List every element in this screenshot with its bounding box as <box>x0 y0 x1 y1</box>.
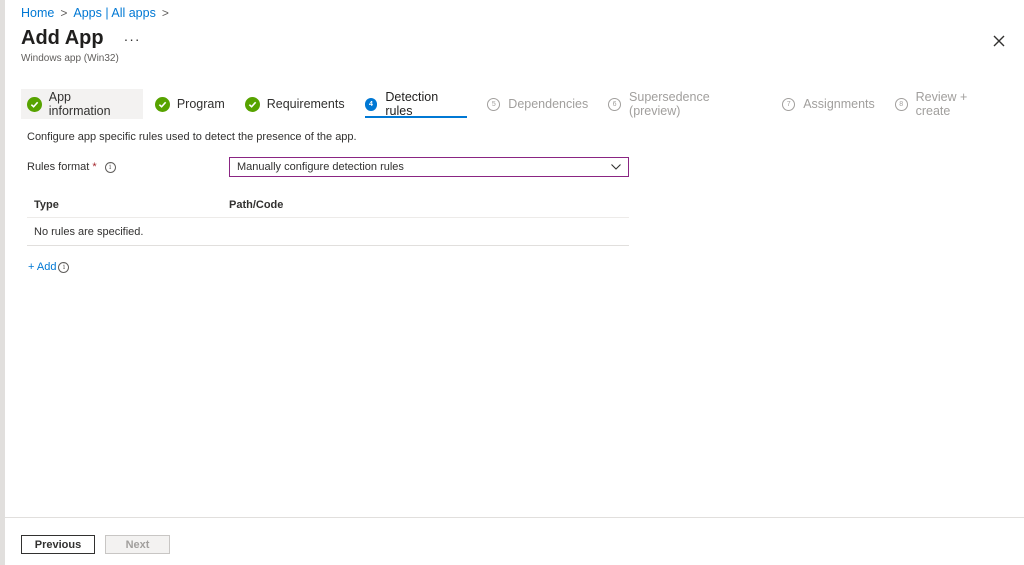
step-number-badge: 4 <box>364 97 378 111</box>
tab-dependencies[interactable]: 5 Dependencies <box>487 89 588 119</box>
rules-format-dropdown[interactable]: Manually configure detection rules <box>229 157 629 177</box>
footer-bar: Previous Next <box>5 517 1024 565</box>
close-icon <box>993 35 1005 47</box>
step-label: App information <box>48 90 111 118</box>
more-options-button[interactable]: ··· <box>124 31 141 47</box>
left-rail <box>0 0 5 565</box>
table-empty-row: No rules are specified. <box>27 218 629 246</box>
tab-review-create[interactable]: 8 Review + create <box>894 89 1004 119</box>
step-label: Dependencies <box>508 97 589 111</box>
title-row: Add App ··· <box>21 27 141 50</box>
step-label: Program <box>176 97 225 111</box>
table-header: Type Path/Code <box>27 193 629 218</box>
breadcrumb: Home > Apps | All apps > <box>21 6 175 20</box>
column-header-path-code: Path/Code <box>229 199 284 211</box>
close-button[interactable] <box>990 32 1008 50</box>
section-description: Configure app specific rules used to det… <box>27 131 357 143</box>
tab-program[interactable]: Program <box>154 89 225 119</box>
tab-detection-rules[interactable]: 4 Detection rules <box>364 89 468 119</box>
step-number-badge: 5 <box>487 97 501 111</box>
step-number-badge: 8 <box>894 97 908 111</box>
add-rule-link[interactable]: + Add i <box>28 261 70 273</box>
dropdown-selected-value: Manually configure detection rules <box>237 161 404 173</box>
chevron-down-icon <box>611 164 621 170</box>
column-header-type: Type <box>34 199 59 211</box>
tab-supersedence[interactable]: 6 Supersedence (preview) <box>608 89 762 119</box>
chevron-right-icon: > <box>161 6 169 20</box>
tab-app-information[interactable]: App information <box>21 89 143 119</box>
step-label: Detection rules <box>385 90 439 118</box>
step-label: Assignments <box>803 97 875 111</box>
previous-button[interactable]: Previous <box>21 535 95 554</box>
info-icon[interactable]: i <box>104 161 116 173</box>
add-rule-label[interactable]: + Add <box>28 261 56 273</box>
page-subtitle: Windows app (Win32) <box>21 53 119 64</box>
next-button[interactable]: Next <box>105 535 170 554</box>
breadcrumb-home[interactable]: Home <box>21 6 54 20</box>
step-number-badge: 6 <box>608 97 622 111</box>
checkmark-icon <box>154 96 170 112</box>
rules-format-label: Rules format * i <box>27 161 116 173</box>
page-title: Add App <box>21 27 104 49</box>
breadcrumb-apps[interactable]: Apps | All apps <box>73 6 155 20</box>
wizard-steps: App information Program Requirements 4 D… <box>21 89 1024 119</box>
rules-format-label-text: Rules format <box>27 161 90 173</box>
tab-requirements[interactable]: Requirements <box>244 89 345 119</box>
checkmark-icon <box>244 96 260 112</box>
step-label: Review + create <box>915 90 968 118</box>
info-icon[interactable]: i <box>58 261 70 273</box>
step-label: Supersedence (preview) <box>629 90 710 118</box>
step-label: Requirements <box>266 97 345 111</box>
detection-rules-table: Type Path/Code No rules are specified. <box>27 193 629 246</box>
step-number-badge: 7 <box>782 97 796 111</box>
checkmark-icon <box>27 96 42 112</box>
chevron-right-icon: > <box>60 6 68 20</box>
required-indicator: * <box>92 161 97 173</box>
tab-assignments[interactable]: 7 Assignments <box>782 89 875 119</box>
